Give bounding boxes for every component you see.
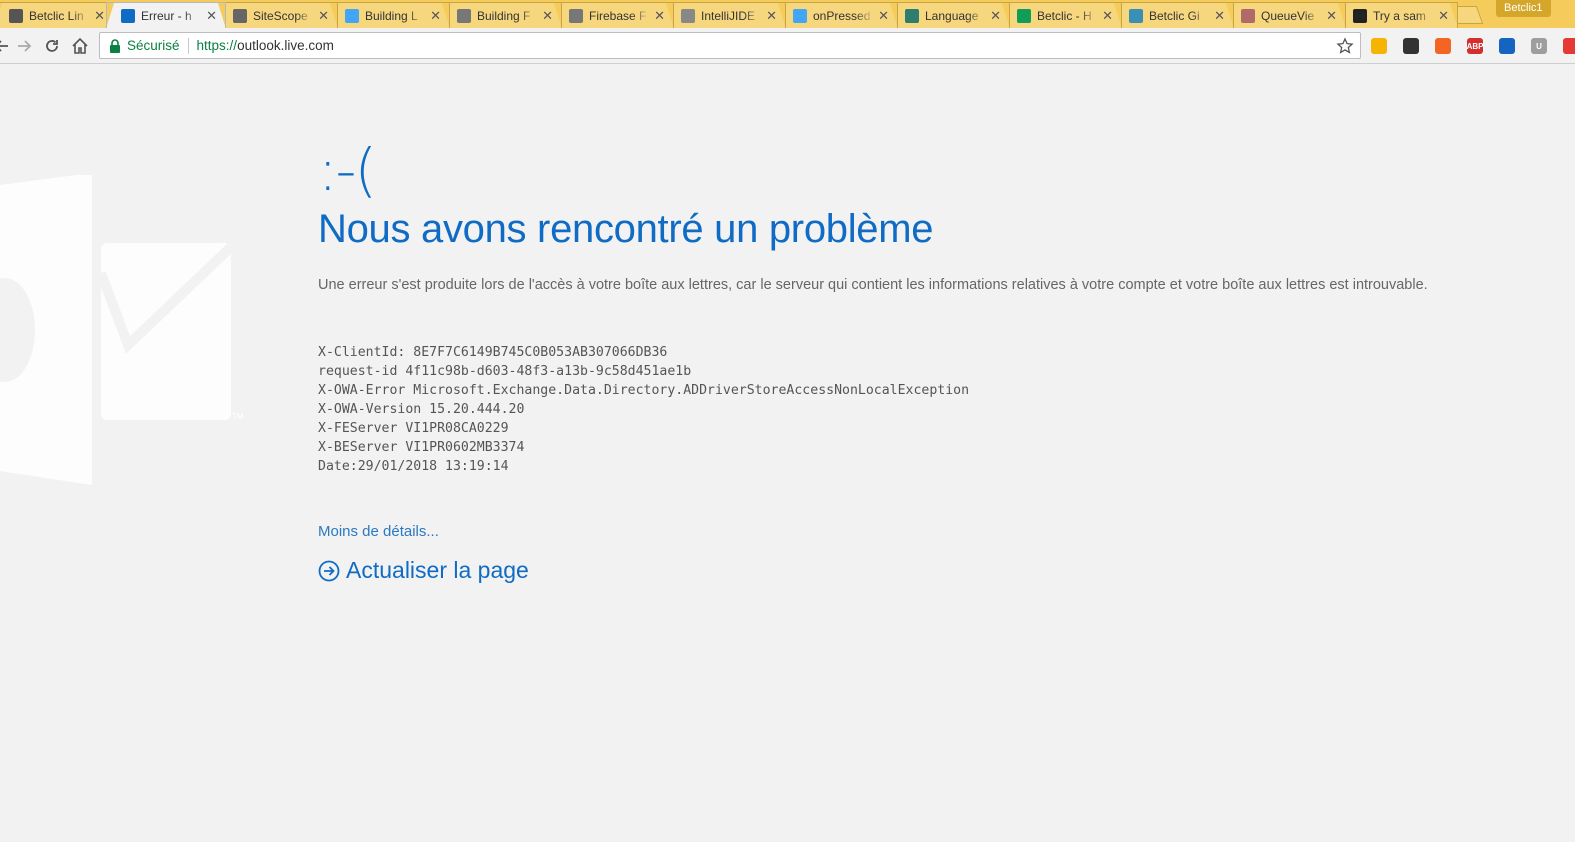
bookmark-star-icon[interactable] [1336,37,1354,55]
tab-title: SiteScope [253,8,308,23]
browser-tab[interactable]: QueueVie ✕ [1226,2,1346,28]
reload-button[interactable] [42,36,62,56]
forward-button[interactable] [14,36,34,56]
tab-close-icon[interactable]: ✕ [1214,9,1225,22]
secure-label: Sécurisé [127,38,180,53]
tab-close-icon[interactable]: ✕ [1438,9,1449,22]
forward-arrow-icon [18,40,32,52]
tab-close-icon[interactable]: ✕ [318,9,329,22]
error-detail-line: request-id 4f11c98b-d603-48f3-a13b-9c58d… [318,364,692,379]
tab-close-icon[interactable]: ✕ [94,9,105,22]
stack-ext-icon[interactable] [1563,38,1575,54]
u-ext-icon[interactable]: U [1531,38,1547,54]
home-icon [72,37,88,54]
back-arrow-icon [0,40,8,52]
code-icon [457,8,471,23]
tab-title: Building L [365,8,418,23]
flutter-icon [345,8,359,23]
sheets-icon [1017,8,1031,23]
profile-button[interactable]: Betclic1 [1496,0,1551,17]
error-details: X-ClientId: 8E7F7C6149B745C0B053AB307066… [318,343,1558,476]
address-separator [187,37,189,54]
tab-close-icon[interactable]: ✕ [878,9,889,22]
browser-tab[interactable]: Try a sam ✕ [1338,2,1458,28]
chrome-ext-icon[interactable] [1371,38,1387,54]
tab-title: Betclic Gi [1149,8,1200,23]
url-scheme: https:// [196,38,238,53]
less-details-link[interactable]: Moins de détails... [318,523,439,540]
refresh-page-label: Actualiser la page [346,557,529,583]
star-burst-icon [1241,8,1255,23]
browser-tab[interactable]: SiteScope ✕ [218,2,338,28]
page-icon [681,8,695,23]
outlook-icon [121,8,135,23]
error-detail-line: X-FEServer VI1PR08CA0229 [318,421,509,436]
m-icon [1353,8,1367,23]
tab-title: Betclic Lin [29,8,84,23]
error-description: Une erreur s'est produite lors de l'accè… [318,277,1428,293]
browser-tab[interactable]: Language ✕ [890,2,1010,28]
tab-title: Try a sam [1373,8,1426,23]
outlook-logo-watermark-icon: TM [0,175,244,485]
error-page: TM :-( Nous avons rencontré un problème … [0,65,1575,842]
logo-trademark: TM [232,412,244,421]
sad-face-emoticon: :-( [318,136,377,204]
flutter-icon [793,8,807,23]
browser-tab[interactable]: onPressed ✕ [778,2,898,28]
error-detail-line: X-OWA-Version 15.20.444.20 [318,402,525,417]
lock-icon [110,38,120,53]
home-button[interactable] [70,36,90,56]
circle-icon [1129,8,1143,23]
tab-close-icon[interactable]: ✕ [1102,9,1113,22]
page-title: Nous avons rencontré un problème [318,207,934,251]
error-detail-line: X-ClientId: 8E7F7C6149B745C0B053AB307066… [318,345,668,360]
back-button[interactable] [0,36,12,56]
x-ext-icon[interactable] [1435,38,1451,54]
tab-close-icon[interactable]: ✕ [1326,9,1337,22]
error-detail-line: X-BEServer VI1PR0602MB3374 [318,440,525,455]
tab-close-icon[interactable]: ✕ [430,9,441,22]
tab-close-icon[interactable]: ✕ [206,9,217,22]
tab-title: QueueVie [1261,8,1315,23]
circle-arrow-right-icon [318,560,340,581]
tab-title: Betclic - H [1037,8,1092,23]
browser-tab[interactable]: Betclic Gi ✕ [1114,2,1234,28]
incognito-ext-icon[interactable] [1403,38,1419,54]
tab-close-icon[interactable]: ✕ [542,9,553,22]
address-bar[interactable]: Sécurisé https://outlook.live.com [99,32,1361,59]
grid-icon [9,8,23,23]
browser-tab[interactable]: Betclic - H ✕ [1002,2,1122,28]
browser-tab[interactable]: Betclic Lin ✕ [0,2,114,28]
browser-toolbar: Sécurisé https://outlook.live.com ABP U [0,28,1575,64]
reload-icon [46,40,58,52]
code-icon [569,8,583,23]
tab-strip: Betclic1 Betclic Lin ✕ Erreur - h ✕ SiteScop… [0,0,1575,28]
browser-tab[interactable]: Building L ✕ [330,2,450,28]
browser-tab[interactable]: IntelliJIDE ✕ [666,2,786,28]
tab-title: Building F [477,8,531,23]
tab-title: Firebase F [589,8,647,23]
refresh-page-link[interactable]: Actualiser la page [318,557,529,584]
drop-ext-icon[interactable] [1499,38,1515,54]
browser-tab[interactable]: Firebase F ✕ [554,2,674,28]
error-detail-line: X-OWA-Error Microsoft.Exchange.Data.Dire… [318,383,970,398]
url-text[interactable]: https://outlook.live.com [197,38,334,53]
adblock-plus-icon[interactable]: ABP [1467,38,1483,54]
monitor-icon [233,8,247,23]
browser-tab[interactable]: Erreur - h ✕ [106,2,226,28]
tab-title: Language [925,8,979,23]
url-host: outlook.live.com [237,38,334,53]
error-detail-line: Date:29/01/2018 13:19:14 [318,459,509,474]
tab-close-icon[interactable]: ✕ [766,9,777,22]
tab-title: IntelliJIDE [701,8,756,23]
tab-title: onPressed [813,8,871,23]
error-content: :-( Nous avons rencontré un problème Une… [318,137,1558,584]
tab-close-icon[interactable]: ✕ [990,9,1001,22]
tab-close-icon[interactable]: ✕ [654,9,665,22]
tab-title: Erreur - h [141,8,192,23]
browser-tab[interactable]: Building F ✕ [442,2,562,28]
leaf-icon [905,8,919,23]
